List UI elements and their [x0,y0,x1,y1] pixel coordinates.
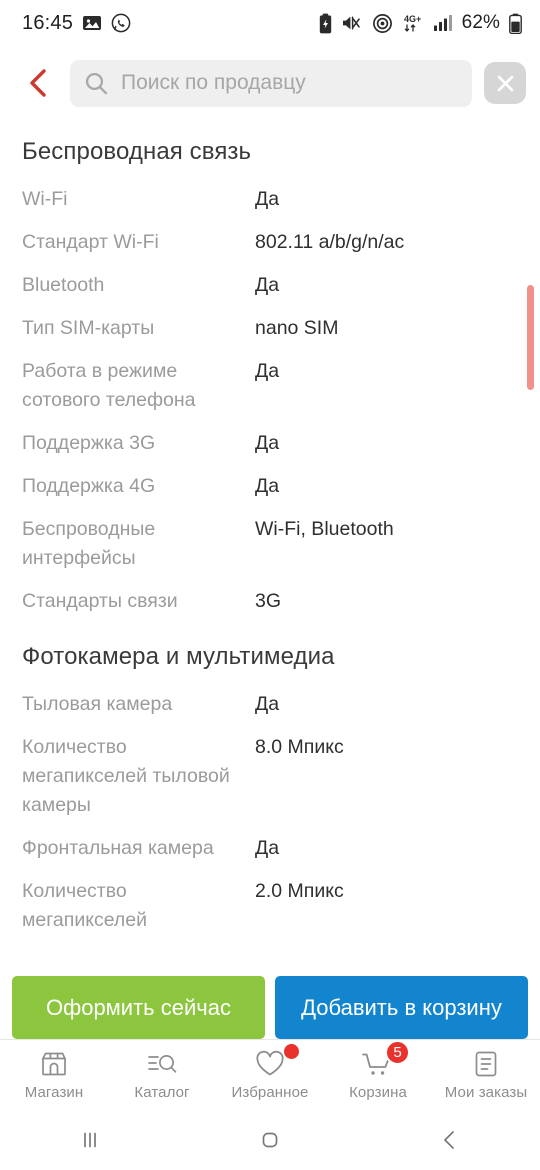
back-nav-button[interactable] [360,1127,540,1153]
tab-label: Мои заказы [444,1083,528,1101]
recents-button[interactable] [0,1127,180,1153]
action-buttons: Оформить сейчас Добавить в корзину [0,976,540,1039]
spec-label: Количество мегапикселей [22,880,148,931]
section-title-camera: Фотокамера и мультимедиа [22,643,335,670]
spec-label: Wi-Fi [22,188,68,210]
spec-label: Фронтальная камера [22,837,214,859]
table-row: Поддержка 3G Да [22,422,540,465]
spec-label: Стандарты связи [22,590,178,612]
tab-cart[interactable]: 5 Корзина [324,1039,432,1101]
signal-icon [433,14,453,32]
table-row: Беспроводные интерфейсы Wi-Fi, Bluetooth [22,508,540,580]
spec-label: Стандарт Wi-Fi [22,231,159,253]
status-bar-right: 4G+ 62% [319,12,522,34]
table-row: Wi-Fi Да [22,178,540,221]
recents-icon [84,1132,96,1147]
battery-percent: 62% [461,12,500,33]
spec-value: nano SIM [255,317,339,339]
image-icon [82,13,102,33]
tab-label: Каталог [134,1083,190,1101]
4g-plus-icon: 4G+ [402,12,424,34]
table-row: Количество мегапикселей 2.0 Мпикс [22,870,540,942]
table-row: Фронтальная камера Да [22,827,540,870]
status-time: 16:45 [22,11,74,34]
tab-store[interactable]: Магазин [0,1049,108,1101]
storefront-icon [39,1049,69,1079]
tab-label: Избранное [231,1083,309,1101]
table-row: Количество мегапикселей тыловой камеры 8… [22,726,540,827]
tab-my-orders[interactable]: Мои заказы [432,1049,540,1101]
home-button[interactable] [180,1127,360,1153]
back-button[interactable] [18,63,58,103]
spec-value: Wi-Fi, Bluetooth [255,518,394,540]
tab-catalog[interactable]: Каталог [108,1049,216,1101]
search-input[interactable]: Поиск по продавцу [121,71,306,95]
search-icon [84,71,109,96]
spec-value: Да [255,432,280,454]
tab-label: Магазин [24,1083,84,1101]
spec-label: Bluetooth [22,274,105,296]
spec-label: Тип SIM-карты [22,317,155,339]
back-icon [444,1130,454,1149]
chevron-left-icon [30,69,46,97]
table-row: Тыловая камера Да [22,683,540,726]
search-bar[interactable]: Поиск по продавцу [70,59,472,107]
spec-value: Да [255,188,280,210]
spec-value: Да [255,475,280,497]
spec-value: 3G [255,590,282,612]
spec-value: Да [255,274,280,296]
spec-value: 2.0 Мпикс [255,880,344,902]
catalog-search-icon [146,1049,178,1079]
add-to-cart-button[interactable]: Добавить в корзину [275,976,528,1039]
table-row: Стандарт Wi-Fi 802.11 a/b/g/n/ac [22,221,540,264]
status-bar: 16:45 4G+ 62% [0,0,540,46]
tab-favorites[interactable]: Избранное [216,1043,324,1101]
status-bar-left: 16:45 [22,12,131,35]
spec-value: Да [255,360,280,382]
heart-icon [254,1043,299,1079]
svg-text:4G+: 4G+ [404,14,421,24]
hotspot-icon [372,13,393,34]
battery-icon [509,13,522,34]
spec-label: Поддержка 3G [22,432,156,454]
mute-icon [341,13,363,33]
spec-value: 8.0 Мпикс [255,736,344,758]
favorites-notification-dot [284,1043,299,1059]
table-row: Работа в режиме сотового телефона Да [22,350,540,422]
scrollbar-thumb[interactable] [527,285,534,390]
order-now-button[interactable]: Оформить сейчас [12,976,265,1039]
table-row: Стандарты связи 3G [22,580,540,623]
orders-document-icon [472,1049,500,1079]
spec-content[interactable]: Беспроводная связь Wi-Fi Да Стандарт Wi-… [0,120,540,942]
spec-list-camera: Тыловая камера Да Количество мегапикселе… [22,683,540,942]
spec-value: Да [255,837,280,859]
search-header: Поиск по продавцу [0,46,540,120]
spec-list-wireless: Wi-Fi Да Стандарт Wi-Fi 802.11 a/b/g/n/a… [22,178,540,623]
cart-badge: 5 [385,1039,410,1065]
close-button[interactable] [484,62,526,104]
spec-label: Количество мегапикселей тыловой камеры [22,736,230,816]
android-navigation-bar [0,1109,540,1170]
table-row: Bluetooth Да [22,264,540,307]
cart-icon: 5 [361,1039,410,1079]
spec-label: Тыловая камера [22,693,173,715]
home-icon [262,1132,278,1147]
spec-label: Поддержка 4G [22,475,156,497]
spec-value: 802.11 a/b/g/n/ac [255,231,405,253]
whatsapp-icon [111,13,131,33]
tab-label: Корзина [349,1083,407,1101]
spec-label: Беспроводные интерфейсы [22,518,156,569]
battery-saver-icon [319,13,332,34]
close-icon [497,75,513,91]
spec-label: Работа в режиме сотового телефона [22,360,196,411]
phone-screen: 16:45 4G+ 62% Поиск по продавцу Беспрово… [0,0,540,1170]
table-row: Поддержка 4G Да [22,465,540,508]
spec-value: Да [255,693,280,715]
bottom-tab-bar: Магазин Каталог Избранное 5 Корзина Мои … [0,1039,540,1109]
section-title-wireless: Беспроводная связь [22,138,252,165]
table-row: Тип SIM-карты nano SIM [22,307,540,350]
